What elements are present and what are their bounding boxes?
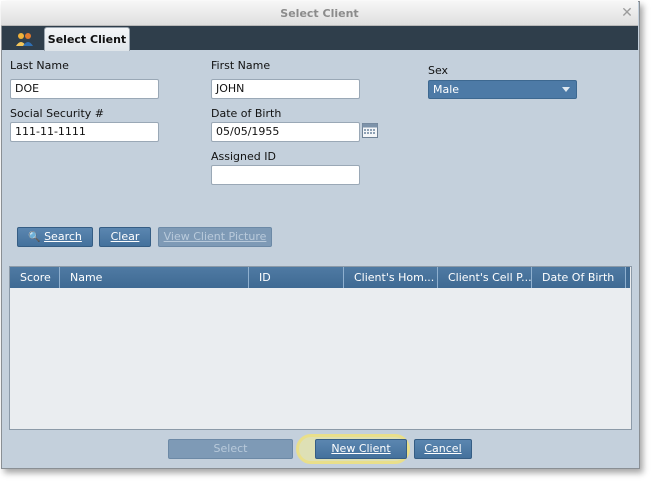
last-name-field[interactable]: DOE [10,79,159,99]
view-client-picture-label: View Client Picture [163,230,267,243]
title-bar: Select Client ✕ [1,1,638,26]
calendar-icon[interactable] [362,123,378,138]
cancel-button-label: Cancel [424,442,462,455]
people-icon [14,30,36,48]
close-icon[interactable]: ✕ [620,6,634,20]
column-header-id[interactable]: ID [249,267,344,288]
results-grid[interactable] [9,266,632,430]
dob-label: Date of Birth [211,107,282,120]
window-title: Select Client [280,7,359,20]
new-client-button[interactable]: New Client [315,439,407,459]
grid-header-filler [626,267,630,288]
ssn-label: Social Security # [10,107,104,120]
view-client-picture-button[interactable]: View Client Picture [158,227,272,247]
assigned-id-field[interactable] [211,165,360,185]
select-button-label: Select [213,442,248,455]
last-name-label: Last Name [10,59,69,72]
first-name-field[interactable]: JOHN [211,79,360,99]
column-header-score[interactable]: Score [10,267,60,288]
assigned-id-label: Assigned ID [211,150,276,163]
search-icon: 🔍 [28,232,41,243]
tab-select-client[interactable]: Select Client [44,27,130,51]
column-header-cell-phone[interactable]: Client's Cell P... [438,267,532,288]
chevron-down-icon [562,87,570,92]
search-button-label: Search [44,230,82,243]
column-header-date-of-birth[interactable]: Date Of Birth [532,267,626,288]
new-client-button-label: New Client [331,442,391,455]
sex-select-value: Male [433,83,460,96]
column-header-name[interactable]: Name [60,267,249,288]
clear-button-label: Clear [110,230,140,243]
tab-label: Select Client [47,33,127,46]
clear-button[interactable]: Clear [99,227,151,247]
dob-field[interactable]: 05/05/1955 [211,122,360,142]
ssn-field[interactable]: 111-11-1111 [10,122,159,142]
cancel-button[interactable]: Cancel [414,439,472,459]
select-button[interactable]: Select [168,439,293,459]
search-button[interactable]: 🔍 Search [17,227,93,247]
sex-select[interactable]: Male [428,80,577,99]
results-grid-header: Score Name ID Client's Hom... Client's C… [10,267,626,288]
column-header-home-phone[interactable]: Client's Hom... [344,267,438,288]
sex-label: Sex [428,64,449,77]
first-name-label: First Name [211,59,271,72]
